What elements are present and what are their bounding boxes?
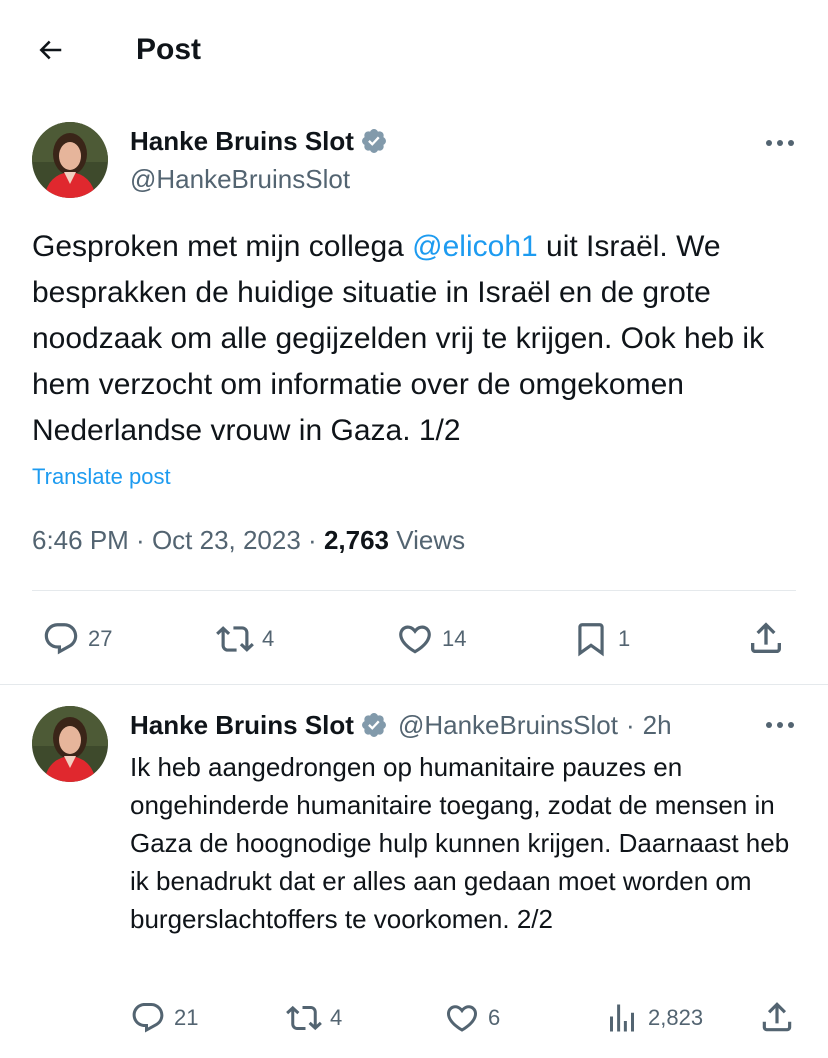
- mention-link[interactable]: @elicoh1: [412, 230, 538, 263]
- post-text: Gesproken met mijn collega @elicoh1 uit …: [32, 224, 802, 454]
- like-button[interactable]: 14: [396, 620, 466, 658]
- reply-views-button[interactable]: 2,823: [604, 1000, 703, 1036]
- verified-badge-icon: [361, 129, 386, 153]
- bookmark-count: 1: [618, 626, 631, 651]
- heart-icon: [446, 1005, 478, 1032]
- reply-count: 27: [88, 626, 113, 651]
- reply-views-count: 2,823: [648, 1005, 704, 1030]
- header: Post: [0, 0, 828, 100]
- bar-chart-icon: [610, 1004, 634, 1032]
- avatar-image: [32, 122, 108, 198]
- reply-text: Ik heb aangedrongen op humanitaire pauze…: [130, 752, 790, 934]
- divider: [0, 684, 828, 685]
- reply-reply-button[interactable]: 21: [130, 1000, 198, 1036]
- reply-repost-button[interactable]: 4: [286, 1000, 342, 1036]
- more-options-button[interactable]: [762, 128, 798, 158]
- arrow-left-icon: [39, 40, 62, 60]
- avatar[interactable]: [32, 706, 108, 782]
- separator-dot: ·: [626, 710, 635, 740]
- avatar[interactable]: [32, 122, 108, 198]
- page-title: Post: [136, 33, 202, 66]
- author-name[interactable]: Hanke Bruins Slot: [130, 124, 354, 158]
- more-icon: [766, 722, 794, 728]
- reply-reply-count: 21: [174, 1005, 199, 1030]
- reply-time[interactable]: 2h: [643, 708, 672, 742]
- verified-badge-icon: [361, 713, 386, 737]
- post-time[interactable]: 6:46 PM: [32, 525, 129, 555]
- reply-like-button[interactable]: 6: [444, 1000, 500, 1036]
- author-name-row[interactable]: Hanke Bruins Slot: [130, 124, 388, 158]
- avatar-image: [32, 706, 108, 782]
- divider: [32, 590, 796, 591]
- repost-count: 4: [262, 626, 275, 651]
- translate-post-link[interactable]: Translate post: [32, 462, 171, 492]
- views-count: 2,763: [323, 525, 390, 555]
- more-icon: [766, 140, 794, 146]
- bookmark-button[interactable]: 1: [572, 620, 630, 658]
- reply-repost-count: 4: [330, 1005, 343, 1030]
- reply-more-options-button[interactable]: [762, 710, 798, 740]
- reply-icon: [44, 623, 78, 655]
- post-date[interactable]: Oct 23, 2023: [152, 525, 301, 555]
- post-page: Post Hanke Bruins Slot @HankeBruinsSlot …: [0, 0, 828, 1058]
- reply-author-name[interactable]: Hanke Bruins Slot: [130, 708, 354, 742]
- repost-button[interactable]: 4: [216, 620, 274, 658]
- views-label: Views: [396, 525, 466, 555]
- reply-like-count: 6: [488, 1005, 501, 1030]
- reply-author-handle[interactable]: @HankeBruinsSlot: [398, 708, 618, 742]
- post-meta: 6:46 PM · Oct 23, 2023 · 2,763 Views: [32, 525, 466, 555]
- reply-author-row[interactable]: Hanke Bruins Slot @HankeBruinsSlot · 2h: [130, 708, 672, 742]
- reply-share-button[interactable]: [758, 998, 796, 1036]
- reply-icon: [132, 1003, 164, 1033]
- repost-icon: [216, 626, 254, 652]
- bookmark-icon: [578, 623, 604, 657]
- like-count: 14: [442, 626, 467, 651]
- share-button[interactable]: [746, 618, 786, 658]
- share-icon: [762, 1002, 792, 1032]
- reply-button[interactable]: 27: [42, 620, 112, 658]
- share-icon: [751, 622, 781, 653]
- post-text-start: Gesproken met mijn collega: [32, 230, 413, 263]
- heart-icon: [399, 625, 431, 654]
- repost-icon: [286, 1005, 322, 1031]
- author-handle[interactable]: @HankeBruinsSlot: [130, 162, 350, 196]
- back-button[interactable]: [30, 30, 70, 70]
